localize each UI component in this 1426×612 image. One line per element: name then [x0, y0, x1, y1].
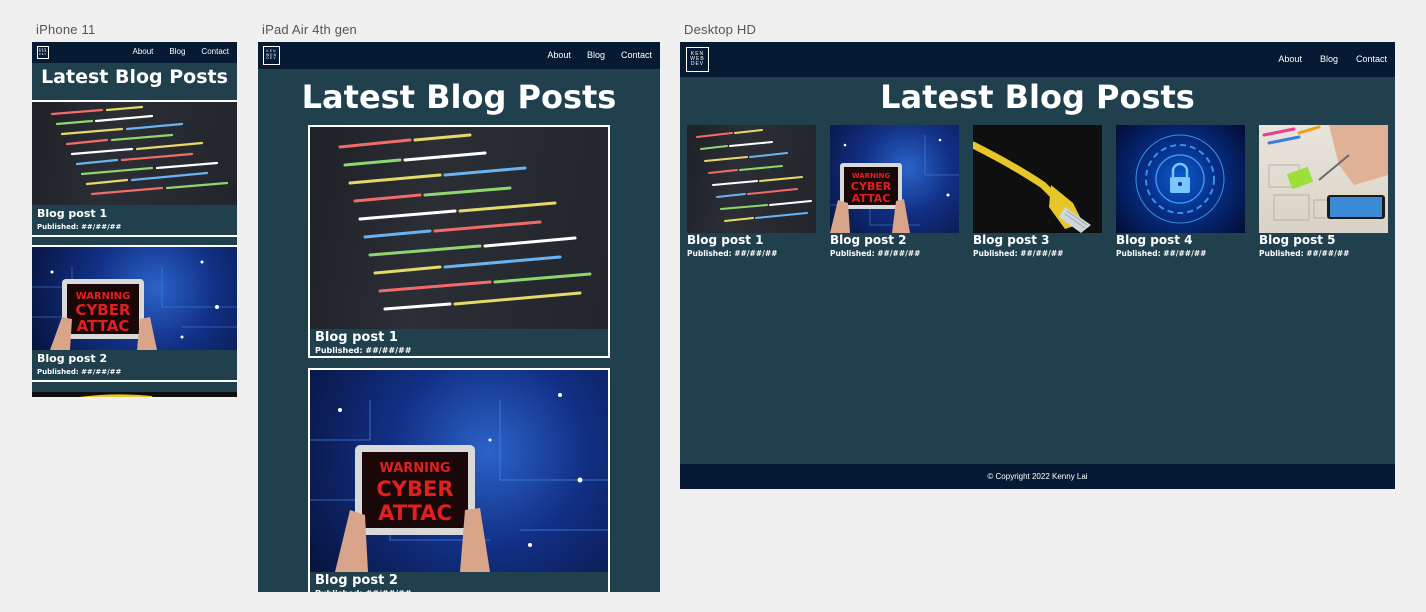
blog-card-image-cyber: WARNING CYBER ATTAC [830, 125, 959, 233]
blog-card-image-code [310, 127, 608, 329]
blog-card[interactable]: WARNING CYBER ATTAC Blog post 2 Publishe… [32, 245, 237, 382]
ipad-frame: KEN WEB DEV About Blog Contact Latest Bl… [258, 42, 660, 592]
logo-line: DEV [690, 61, 705, 67]
nav-menu: About Blog Contact [1278, 54, 1387, 64]
blog-card-date: Published: ##/##/## [37, 223, 122, 231]
blog-card-image-sketch [1259, 125, 1388, 233]
nav-bar: KEN WEB DEV About Blog Contact [680, 42, 1395, 77]
site-logo[interactable]: KEN WEB DEV [37, 46, 49, 59]
page-title: Latest Blog Posts [301, 78, 617, 116]
nav-link-about[interactable]: About [133, 47, 154, 56]
site-logo[interactable]: KEN WEB DEV [263, 46, 280, 65]
logo-line: DEV [266, 56, 277, 61]
blog-card[interactable] [32, 380, 237, 397]
nav-bar: KEN WEB DEV About Blog Contact [258, 42, 660, 69]
blog-card-date: Published: ##/##/## [830, 249, 921, 258]
blog-card[interactable]: Blog post 1 Published: ##/##/## [687, 125, 816, 260]
nav-link-blog[interactable]: Blog [1320, 54, 1338, 64]
blog-card-date: Published: ##/##/## [1259, 249, 1350, 258]
blog-card-date: Published: ##/##/## [1116, 249, 1207, 258]
blog-card-image-code [32, 102, 237, 205]
iphone-frame-label: iPhone 11 [36, 22, 96, 37]
svg-text:ATTAC: ATTAC [77, 317, 130, 335]
blog-card[interactable]: WARNING CYBER ATTAC Blog post 2 Publishe… [830, 125, 959, 260]
blog-card-title: Blog post 1 [315, 330, 398, 345]
blog-card-title: Blog post 1 [37, 207, 108, 220]
blog-card-image-cable [973, 125, 1102, 233]
blog-card[interactable]: Blog post 3 Published: ##/##/## [973, 125, 1102, 260]
logo-line: DEV [38, 52, 48, 56]
blog-card-title: Blog post 2 [37, 352, 108, 365]
blog-card-image-lock [1116, 125, 1245, 233]
blog-card-title: Blog post 5 [1259, 233, 1336, 247]
nav-bar: KEN WEB DEV About Blog Contact [32, 42, 237, 63]
nav-link-contact[interactable]: Contact [1356, 54, 1387, 64]
nav-link-contact[interactable]: Contact [201, 47, 229, 56]
blog-card-date: Published: ##/##/## [687, 249, 778, 258]
blog-card-image-cyber: WARNING CYBER ATTAC [310, 370, 608, 572]
blog-card-date: Published: ##/##/## [37, 368, 122, 376]
blog-card-title: Blog post 3 [973, 233, 1050, 247]
blog-card-image-cyber: WARNING CYBER ATTAC [32, 247, 237, 350]
blog-card-date: Published: ##/##/## [315, 589, 411, 592]
nav-menu: About Blog Contact [547, 50, 652, 60]
blog-card-image-code [687, 125, 816, 233]
copyright-text: © Copyright 2022 Kenny Lai [987, 472, 1088, 481]
svg-text:CYBER: CYBER [376, 477, 453, 501]
blog-card[interactable]: Blog post 1 Published: ##/##/## [308, 125, 610, 358]
blog-card[interactable]: Blog post 4 Published: ##/##/## [1116, 125, 1245, 260]
desktop-frame-label: Desktop HD [684, 22, 757, 37]
nav-link-about[interactable]: About [1278, 54, 1302, 64]
svg-text:ATTAC: ATTAC [378, 501, 452, 525]
blog-card-title: Blog post 1 [687, 233, 764, 247]
iphone-frame: KEN WEB DEV About Blog Contact Latest Bl… [32, 42, 237, 397]
blog-card-title: Blog post 2 [830, 233, 907, 247]
nav-link-blog[interactable]: Blog [587, 50, 605, 60]
page-title: Latest Blog Posts [41, 66, 228, 88]
site-logo[interactable]: KEN WEB DEV [686, 47, 709, 72]
page-title: Latest Blog Posts [880, 78, 1195, 116]
blog-card-image-cable [32, 392, 237, 397]
svg-text:WARNING: WARNING [852, 172, 891, 180]
svg-text:ATTAC: ATTAC [852, 192, 891, 205]
blog-card[interactable]: Blog post 1 Published: ##/##/## [32, 100, 237, 237]
nav-link-about[interactable]: About [547, 50, 571, 60]
blog-card-title: Blog post 4 [1116, 233, 1193, 247]
desktop-frame: KEN WEB DEV About Blog Contact Latest Bl… [680, 42, 1395, 489]
blog-card[interactable]: Blog post 5 Published: ##/##/## [1259, 125, 1388, 260]
nav-menu: About Blog Contact [133, 47, 230, 56]
svg-text:WARNING: WARNING [379, 461, 450, 476]
footer: © Copyright 2022 Kenny Lai [680, 464, 1395, 489]
blog-card-title: Blog post 2 [315, 573, 398, 588]
nav-link-blog[interactable]: Blog [169, 47, 185, 56]
blog-card-date: Published: ##/##/## [973, 249, 1064, 258]
blog-card[interactable]: WARNING CYBER ATTAC Blog post 2 Publishe… [308, 368, 610, 592]
blog-card-date: Published: ##/##/## [315, 346, 412, 355]
nav-link-contact[interactable]: Contact [621, 50, 652, 60]
ipad-frame-label: iPad Air 4th gen [262, 22, 357, 37]
